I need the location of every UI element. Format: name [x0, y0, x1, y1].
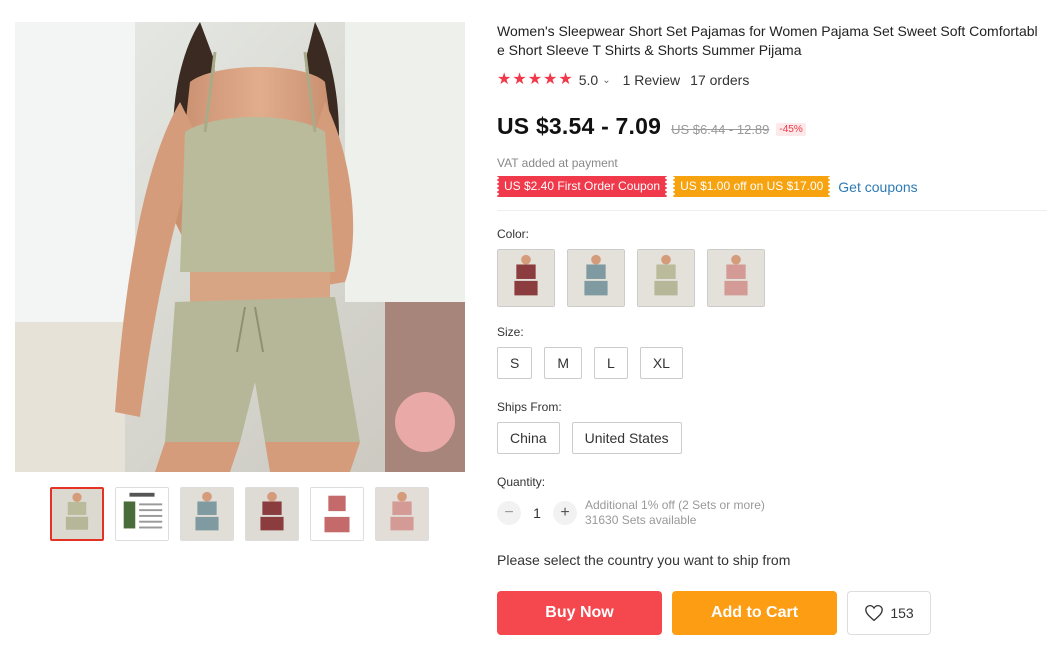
thumbnail-burgundy[interactable] — [245, 487, 299, 541]
thumbnail-size-chart[interactable] — [115, 487, 169, 541]
quantity-decrease-button[interactable]: − — [497, 501, 521, 525]
thumbnail-pink[interactable] — [375, 487, 429, 541]
quantity-increase-button[interactable]: + — [553, 501, 577, 525]
color-label: Color: — [497, 227, 530, 241]
ships-from-options: China United States — [497, 422, 1047, 454]
wishlist-count: 153 — [890, 605, 914, 621]
color-option-sage-green[interactable] — [637, 249, 695, 307]
coupon-row: US $2.40 First Order Coupon US $1.00 off… — [495, 176, 1047, 197]
action-buttons: Buy Now Add to Cart 153 — [497, 591, 1047, 635]
thumbnail-sage-green[interactable] — [50, 487, 104, 541]
heart-icon — [865, 604, 884, 622]
quantity-stepper: − 1 + Additional 1% off (2 Sets or more)… — [497, 498, 1047, 528]
ship-from-china[interactable]: China — [497, 422, 560, 454]
star-icon: ★ — [543, 71, 558, 88]
quantity-label: Quantity: — [497, 475, 546, 489]
ship-from-united-states[interactable]: United States — [571, 422, 682, 454]
stock-available: 31630 Sets available — [585, 513, 697, 527]
product-title: Women's Sleepwear Short Set Pajamas for … — [497, 23, 1038, 58]
chevron-down-icon[interactable]: ⌄ — [602, 75, 610, 86]
order-count: 17 orders — [690, 72, 750, 88]
discount-badge: -45% — [776, 123, 806, 136]
color-option-blue-gray[interactable] — [567, 249, 625, 307]
size-option-s[interactable]: S — [497, 347, 533, 379]
get-coupons-link[interactable]: Get coupons — [838, 179, 917, 195]
color-options — [497, 249, 1047, 307]
model-photo — [15, 22, 465, 472]
rating-value[interactable]: 5.0 — [579, 72, 598, 88]
buy-now-button[interactable]: Buy Now — [497, 591, 662, 635]
size-options: S M L XL — [497, 347, 1047, 379]
main-product-image[interactable] — [15, 22, 465, 472]
price-row: US $3.54 - 7.09 US $6.44 - 12.89 -45% — [497, 113, 1047, 143]
first-order-coupon[interactable]: US $2.40 First Order Coupon — [495, 176, 669, 197]
size-option-l[interactable]: L — [594, 347, 628, 379]
size-option-xl[interactable]: XL — [639, 347, 683, 379]
rating-stars: ★ ★ ★ ★ ★ — [497, 72, 573, 88]
ships-from-label: Ships From: — [497, 400, 562, 414]
original-price: US $6.44 - 12.89 — [671, 122, 770, 137]
add-to-cart-button[interactable]: Add to Cart — [672, 591, 837, 635]
vat-note: VAT added at payment — [497, 156, 618, 170]
wishlist-button[interactable]: 153 — [847, 591, 931, 635]
color-option-pink[interactable] — [707, 249, 765, 307]
review-count[interactable]: 1 Review — [623, 72, 681, 88]
store-coupon[interactable]: US $1.00 off on US $17.00 — [672, 176, 832, 197]
thumbnail-pink-flatlay[interactable] — [310, 487, 364, 541]
star-icon: ★ — [527, 71, 543, 88]
thumbnail-strip — [50, 487, 429, 541]
star-icon: ★ — [558, 71, 573, 88]
color-option-burgundy[interactable] — [497, 249, 555, 307]
bulk-discount-note: Additional 1% off (2 Sets or more) — [585, 498, 765, 512]
ship-country-message: Please select the country you want to sh… — [497, 552, 791, 568]
quantity-info: Additional 1% off (2 Sets or more) 31630… — [585, 498, 765, 528]
star-icon: ★ — [512, 71, 527, 88]
product-details: Women's Sleepwear Short Set Pajamas for … — [495, 22, 1047, 635]
star-icon: ★ — [497, 71, 512, 88]
size-label: Size: — [497, 325, 524, 339]
thumbnail-blue-gray[interactable] — [180, 487, 234, 541]
quantity-value[interactable]: 1 — [521, 505, 553, 521]
rating-row: ★ ★ ★ ★ ★ 5.0 ⌄ 1 Review 17 orders — [497, 71, 1047, 89]
size-option-m[interactable]: M — [544, 347, 583, 379]
current-price: US $3.54 - 7.09 — [497, 113, 662, 139]
divider — [497, 210, 1047, 211]
